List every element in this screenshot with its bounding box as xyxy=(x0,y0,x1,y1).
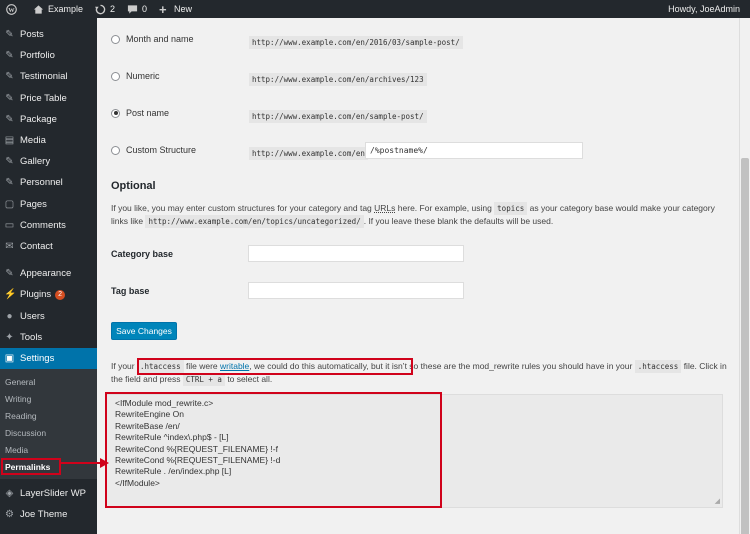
plugins-update-badge: 2 xyxy=(55,289,66,300)
plug-icon: ⚡ xyxy=(4,289,17,301)
pin-icon: ✎ xyxy=(5,177,14,189)
submenu-reading[interactable]: Reading xyxy=(0,407,97,424)
arrow-icon xyxy=(60,458,109,468)
mail-icon: ✉ xyxy=(5,240,14,252)
svg-text:W: W xyxy=(8,6,15,13)
site-name: Example xyxy=(48,4,84,14)
my-account-link[interactable]: Howdy, JoeAdmin xyxy=(662,0,750,18)
category-base-input[interactable] xyxy=(248,245,464,262)
menu-personnel[interactable]: ✎ Personnel xyxy=(0,172,97,193)
htaccess-highlight-box xyxy=(137,358,413,375)
menu-price-table[interactable]: ✎ Price Table xyxy=(0,88,97,109)
pin-icon: ✎ xyxy=(5,113,14,125)
user-icon: ● xyxy=(6,310,13,322)
pin-icon: ✎ xyxy=(5,50,14,62)
submenu-media[interactable]: Media xyxy=(0,441,97,458)
menu-appearance[interactable]: ✎ Appearance xyxy=(0,263,97,284)
menu-joe-theme[interactable]: ⚙ Joe Theme xyxy=(0,504,97,525)
menu-settings[interactable]: ▣ Settings xyxy=(0,347,97,369)
comments-icon: ▭ xyxy=(4,219,15,231)
resize-grip-icon[interactable]: ◢ xyxy=(715,497,720,505)
menu-comments[interactable]: ▭ Comments xyxy=(0,215,97,236)
menu-gallery[interactable]: ✎ Gallery xyxy=(0,151,97,172)
submenu-discussion[interactable]: Discussion xyxy=(0,424,97,441)
tag-base-label: Tag base xyxy=(111,286,150,296)
comments-link[interactable]: 0 xyxy=(121,0,153,18)
updates-link[interactable]: 2 xyxy=(89,0,121,18)
radio-numeric[interactable] xyxy=(111,71,120,81)
howdy-text: Howdy, JoeAdmin xyxy=(668,4,740,14)
menu-testimonial[interactable]: ✎ Testimonial xyxy=(0,66,97,87)
page-scrollbar[interactable] xyxy=(739,18,750,534)
menu-media[interactable]: ▤ Media xyxy=(0,130,97,151)
site-name-link[interactable]: Example xyxy=(27,0,89,18)
menu-plugins[interactable]: ⚡ Plugins 2 xyxy=(0,284,97,305)
example-post-name: http://www.example.com/en/sample-post/ xyxy=(249,110,427,123)
option-month-and-name[interactable]: Month and name xyxy=(111,34,194,44)
new-content-link[interactable]: + New xyxy=(153,0,198,18)
comments-count: 0 xyxy=(142,4,148,14)
menu-contact[interactable]: ✉ Contact xyxy=(0,236,97,257)
plus-icon: + xyxy=(159,1,167,17)
refresh-icon xyxy=(95,4,106,14)
pin-icon: ✎ xyxy=(5,71,14,83)
custom-structure-input[interactable]: /%postname%/ xyxy=(365,142,583,159)
wordpress-logo-icon[interactable]: W xyxy=(0,0,27,18)
menu-pages[interactable]: ▢ Pages xyxy=(0,194,97,215)
comment-bubble-icon xyxy=(127,4,138,14)
example-custom-structure: http://www.example.com/en xyxy=(249,147,368,160)
menu-posts[interactable]: ✎ Posts xyxy=(0,24,97,45)
save-changes-button[interactable]: Save Changes xyxy=(111,322,177,340)
radio-month-and-name[interactable] xyxy=(111,34,120,44)
option-numeric[interactable]: Numeric xyxy=(111,71,160,81)
admin-bar: W Example 2 0 + New Howdy, JoeAdmin xyxy=(0,0,750,18)
example-month-and-name: http://www.example.com/en/2016/03/sample… xyxy=(249,36,463,49)
permalinks-highlight-box xyxy=(1,458,61,475)
tag-base-input[interactable] xyxy=(248,282,464,299)
option-custom-structure[interactable]: Custom Structure xyxy=(111,145,196,155)
gear-icon: ⚙ xyxy=(5,509,14,521)
rewrite-rules-highlight-box xyxy=(105,392,442,508)
pages-icon: ▢ xyxy=(4,198,15,210)
menu-tools[interactable]: ✦ Tools xyxy=(0,327,97,348)
submenu-writing[interactable]: Writing xyxy=(0,390,97,407)
menu-portfolio[interactable]: ✎ Portfolio xyxy=(0,45,97,66)
pin-icon: ✎ xyxy=(5,156,14,168)
scrollbar-thumb[interactable] xyxy=(741,158,749,534)
wrench-icon: ✦ xyxy=(5,331,14,343)
example-numeric: http://www.example.com/en/archives/123 xyxy=(249,73,427,86)
permalink-settings-content: Month and name http://www.example.com/en… xyxy=(97,18,739,534)
radio-custom-structure[interactable] xyxy=(111,145,120,155)
home-icon xyxy=(33,4,44,14)
menu-users[interactable]: ● Users xyxy=(0,305,97,326)
new-label: New xyxy=(174,4,193,14)
optional-heading: Optional xyxy=(111,180,156,192)
updates-count: 2 xyxy=(110,4,116,14)
layers-icon: ◈ xyxy=(5,488,14,500)
media-icon: ▤ xyxy=(4,135,15,147)
settings-icon: ▣ xyxy=(4,352,15,364)
brush-icon: ✎ xyxy=(5,268,14,280)
pin-icon: ✎ xyxy=(5,92,14,104)
optional-description: If you like, you may enter custom struct… xyxy=(111,202,715,228)
submenu-general[interactable]: General xyxy=(0,373,97,390)
category-base-label: Category base xyxy=(111,249,174,259)
radio-post-name[interactable] xyxy=(111,108,120,118)
menu-package[interactable]: ✎ Package xyxy=(0,109,97,130)
option-post-name[interactable]: Post name xyxy=(111,108,169,118)
menu-layerslider[interactable]: ◈ LayerSlider WP xyxy=(0,483,97,504)
pin-icon: ✎ xyxy=(5,29,14,41)
